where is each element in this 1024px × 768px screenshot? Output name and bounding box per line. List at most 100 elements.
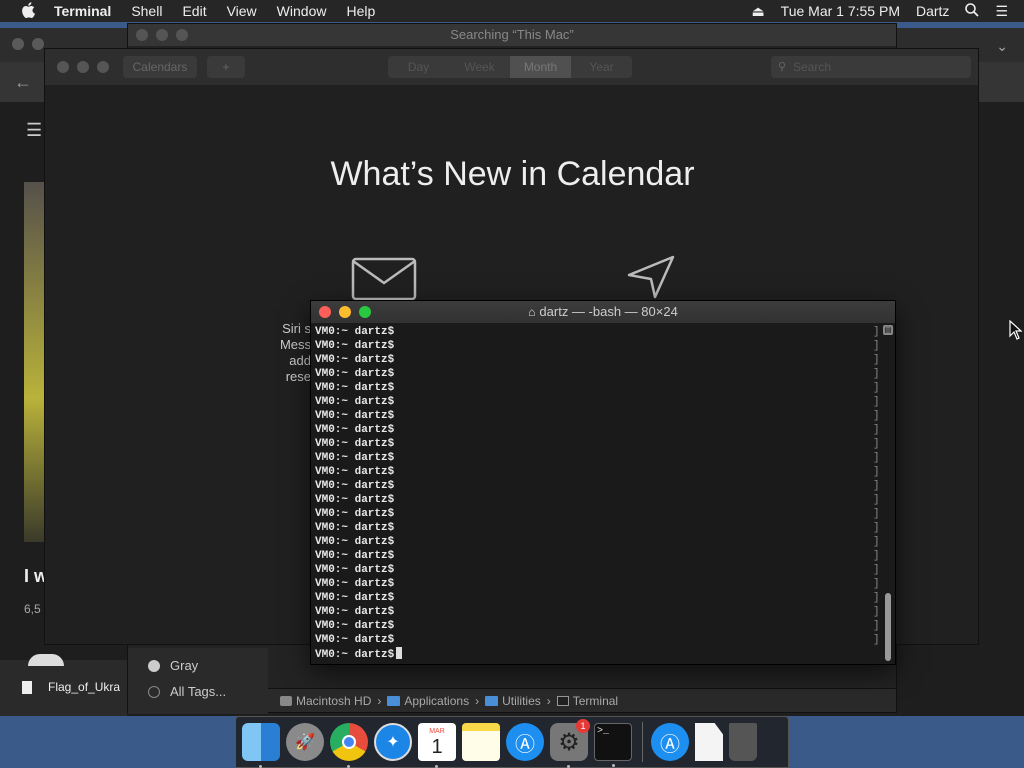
- line-mark: ]: [873, 550, 880, 562]
- menu-view[interactable]: View: [227, 3, 257, 19]
- line-mark: ]: [873, 396, 880, 408]
- calendar-search-input[interactable]: ⚲ Search: [771, 56, 971, 78]
- spotlight-search-icon[interactable]: [965, 2, 980, 20]
- terminal-output[interactable]: VM0:~ dartz$ VM0:~ dartz$ VM0:~ dartz$ VM0:…: [311, 323, 881, 665]
- browser-close-button[interactable]: [12, 38, 24, 50]
- terminal-prompt-line: VM0:~ dartz$: [315, 424, 395, 436]
- menu-shell[interactable]: Shell: [131, 3, 162, 19]
- menu-window[interactable]: Window: [277, 3, 327, 19]
- terminal-titlebar[interactable]: ⌂ dartz — -bash — 80×24: [311, 301, 895, 323]
- terminal-prompt-line: VM0:~ dartz$: [315, 466, 395, 478]
- line-mark: ]: [873, 578, 880, 590]
- search-icon: ⚲: [778, 61, 787, 73]
- calendar-toolbar: Calendars + Day Week Month Year ⚲ Search: [45, 49, 978, 85]
- path-terminal[interactable]: Terminal: [556, 694, 618, 708]
- finder-dock-icon[interactable]: [242, 723, 280, 768]
- finder-minimize-button[interactable]: [156, 29, 168, 41]
- apple-menu-icon[interactable]: [18, 1, 38, 21]
- calendar-minimize-button[interactable]: [77, 61, 89, 73]
- line-mark: ]: [873, 354, 880, 366]
- chrome-dock-icon[interactable]: [330, 723, 368, 768]
- terminal-prompt-line: VM0:~ dartz$: [315, 382, 395, 394]
- line-mark: ]: [873, 592, 880, 604]
- menu-help[interactable]: Help: [346, 3, 375, 19]
- menu-app-name[interactable]: Terminal: [54, 3, 111, 19]
- scroll-thumb[interactable]: [885, 593, 891, 661]
- terminal-prompt-line: VM0:~ dartz$: [315, 508, 395, 520]
- path-utilities[interactable]: Utilities: [485, 694, 541, 708]
- calendar-close-button[interactable]: [57, 61, 69, 73]
- trash-icon[interactable]: [729, 723, 757, 761]
- terminal-prompt-line: VM0:~ dartz$: [315, 438, 395, 450]
- terminal-prompt-line: VM0:~ dartz$: [315, 340, 395, 352]
- scroll-split-icon[interactable]: ▤: [883, 325, 893, 335]
- finder-close-button[interactable]: [136, 29, 148, 41]
- dock: 🚀 ✦ MAR 1 Ⓐ ⚙ 1 >_ Ⓐ: [235, 716, 789, 768]
- line-mark: ]: [873, 410, 880, 422]
- eject-icon[interactable]: ⏏: [751, 3, 764, 20]
- view-year[interactable]: Year: [571, 56, 632, 78]
- location-arrow-icon: [625, 253, 677, 304]
- line-mark: ]: [873, 522, 880, 534]
- terminal-dock-icon[interactable]: >_: [594, 723, 632, 767]
- system-preferences-dock-icon[interactable]: ⚙ 1: [550, 719, 590, 768]
- terminal-prompt-line: VM0:~ dartz$: [315, 452, 395, 464]
- tag-all[interactable]: All Tags...: [148, 684, 226, 699]
- line-mark: ]: [873, 494, 880, 506]
- path-macintosh-hd[interactable]: Macintosh HD: [280, 694, 371, 708]
- envelope-icon: [351, 257, 417, 306]
- downloads-stack-icon[interactable]: Ⓐ: [651, 723, 689, 761]
- path-applications[interactable]: Applications: [387, 694, 469, 708]
- notes-dock-icon[interactable]: [462, 723, 500, 761]
- add-event-button[interactable]: +: [207, 56, 245, 78]
- calendar-zoom-button[interactable]: [97, 61, 109, 73]
- view-day[interactable]: Day: [388, 56, 449, 78]
- whats-new-title: What’s New in Calendar: [330, 155, 695, 193]
- path-separator: ›: [546, 693, 551, 708]
- calendar-dock-icon[interactable]: MAR 1: [418, 723, 456, 768]
- line-mark: ]: [873, 620, 880, 632]
- view-segmented-control: Day Week Month Year: [388, 56, 632, 78]
- line-mark: ]: [873, 606, 880, 618]
- menu-user[interactable]: Dartz: [916, 3, 949, 19]
- line-mark: ]: [873, 536, 880, 548]
- launchpad-dock-icon[interactable]: 🚀: [286, 723, 324, 761]
- line-mark: ]: [873, 508, 880, 520]
- tag-gray[interactable]: Gray: [148, 658, 198, 673]
- menu-edit[interactable]: Edit: [182, 3, 206, 19]
- file-stack-icon[interactable]: [695, 723, 723, 761]
- notification-center-icon[interactable]: ☰: [995, 3, 1008, 20]
- zoom-button[interactable]: [359, 306, 371, 318]
- line-mark: ]: [873, 634, 880, 646]
- terminal-window[interactable]: ⌂ dartz — -bash — 80×24 VM0:~ dartz$ VM0:~…: [310, 300, 896, 665]
- terminal-prompt-line: VM0:~ dartz$: [315, 564, 395, 576]
- hamburger-menu-icon[interactable]: ☰: [26, 120, 42, 141]
- terminal-prompt-line: VM0:~ dartz$: [315, 494, 395, 506]
- terminal-app-icon: [556, 695, 569, 706]
- terminal-prompt-line: VM0:~ dartz$: [315, 326, 395, 338]
- line-mark: ]: [873, 326, 880, 338]
- avatar: [28, 654, 64, 666]
- terminal-prompt-line: VM0:~ dartz$: [315, 368, 395, 380]
- finder-zoom-button[interactable]: [176, 29, 188, 41]
- terminal-prompt-line: VM0:~ dartz$: [315, 606, 395, 618]
- terminal-scrollbar[interactable]: ▤: [883, 325, 893, 663]
- terminal-prompt-line: VM0:~ dartz$: [315, 578, 395, 590]
- article-image[interactable]: [24, 182, 44, 542]
- downloads-bar: Flag_of_Ukra: [0, 654, 127, 716]
- chevron-down-icon[interactable]: ⌄: [996, 38, 1008, 55]
- terminal-prompt-line: VM0:~ dartz$: [315, 647, 877, 661]
- view-week[interactable]: Week: [449, 56, 510, 78]
- download-item[interactable]: Flag_of_Ukra: [22, 680, 120, 694]
- app-store-dock-icon[interactable]: Ⓐ: [506, 723, 544, 761]
- view-month[interactable]: Month: [510, 56, 571, 78]
- menu-clock[interactable]: Tue Mar 1 7:55 PM: [781, 3, 900, 19]
- browser-minimize-button[interactable]: [32, 38, 44, 50]
- safari-dock-icon[interactable]: ✦: [374, 723, 412, 761]
- all-tags-icon: [148, 685, 160, 698]
- finder-path-bar: Macintosh HD › Applications › Utilities …: [268, 688, 896, 712]
- calendars-button[interactable]: Calendars: [123, 56, 197, 78]
- close-button[interactable]: [319, 306, 331, 318]
- minimize-button[interactable]: [339, 306, 351, 318]
- back-arrow-icon[interactable]: ←: [14, 72, 32, 93]
